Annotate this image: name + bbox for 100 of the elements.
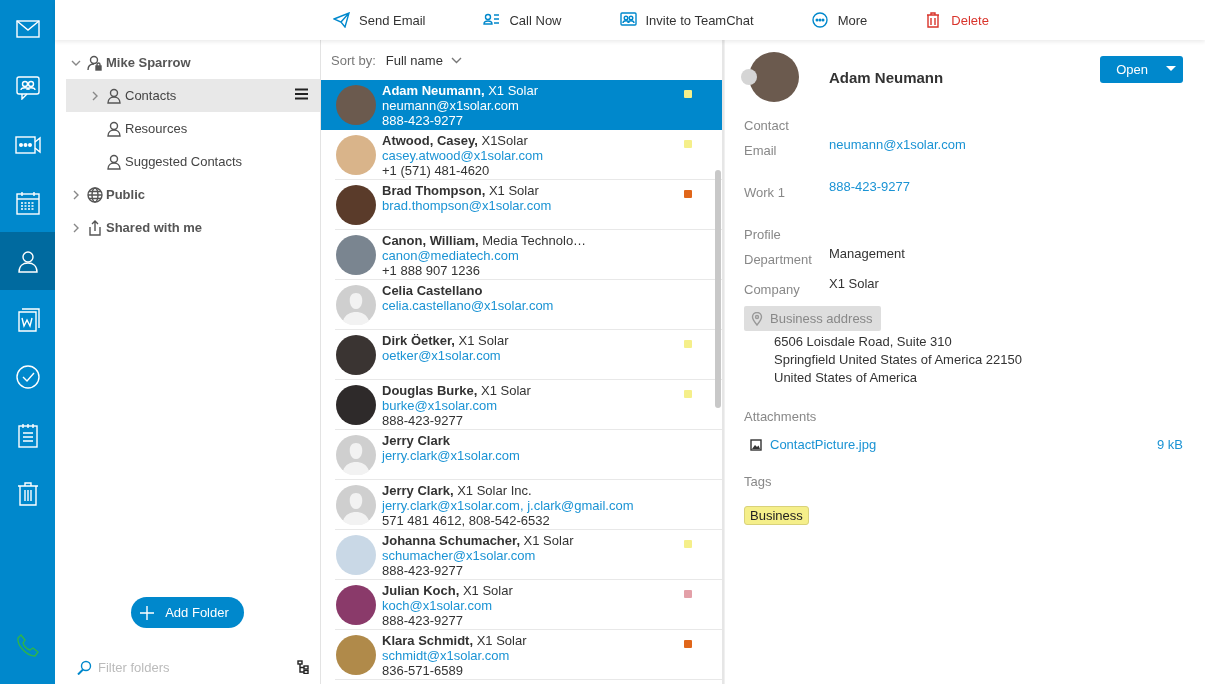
contact-row[interactable]: Johanna Schumacher, X1 Solar schumacher@x1solar.com 888-423-9277 bbox=[321, 530, 722, 580]
folder-item[interactable]: Contacts bbox=[66, 79, 320, 112]
field-label: Email bbox=[744, 142, 778, 160]
nav-item[interactable] bbox=[0, 232, 55, 290]
search-icon bbox=[77, 659, 92, 675]
contact-name: Douglas Burke, X1 Solar bbox=[382, 383, 532, 398]
folder-item[interactable]: Resources bbox=[66, 112, 320, 145]
tree-view-icon[interactable] bbox=[297, 660, 310, 674]
add-folder-button[interactable]: Add Folder bbox=[131, 597, 244, 628]
photo-placeholder bbox=[336, 85, 376, 125]
chat-people-icon bbox=[619, 12, 637, 28]
field-value: Management bbox=[829, 246, 905, 263]
send-icon bbox=[333, 12, 350, 28]
field-value: X1 Solar bbox=[829, 276, 879, 293]
contact-card-icon bbox=[483, 12, 501, 28]
folder-item[interactable]: Shared with me bbox=[66, 211, 320, 244]
contact-row[interactable]: Dirk Öetker, X1 Solar oetker@x1solar.com bbox=[321, 330, 722, 380]
open-button[interactable]: Open bbox=[1100, 55, 1183, 83]
contact-name: Brad Thompson, X1 Solar bbox=[382, 183, 540, 198]
contact-name: Adam Neumann, X1 Solar bbox=[382, 83, 540, 98]
contact-row[interactable]: Klara Schmidt, X1 Solar schmidt@x1solar.com 836-571-6589 bbox=[321, 630, 722, 680]
contact-email: burke@x1solar.com bbox=[382, 398, 499, 413]
photo-placeholder bbox=[336, 535, 376, 575]
contact-phone: 836-571-6589 bbox=[382, 663, 464, 678]
check-circle-icon bbox=[14, 364, 41, 390]
field-link[interactable]: 888-423-9277 bbox=[829, 179, 910, 221]
address-label: Business address bbox=[744, 306, 881, 331]
sort-label: Sort by: bbox=[331, 52, 376, 68]
contact-phone: 888-423-9277 bbox=[382, 113, 464, 128]
address-line: United States of America bbox=[774, 369, 919, 387]
address-line: 6506 Loisdale Road, Suite 310 bbox=[774, 333, 953, 351]
contact-name: Atwood, Casey, X1Solar bbox=[382, 133, 529, 148]
contact-phone: +1 888 907 1236 bbox=[382, 263, 481, 278]
contact-name: Johanna Schumacher, X1 Solar bbox=[382, 533, 575, 548]
contact-email: brad.thompson@x1solar.com bbox=[382, 198, 553, 213]
photo-placeholder bbox=[336, 585, 376, 625]
phone-icon bbox=[14, 632, 41, 658]
plus-icon bbox=[140, 605, 155, 620]
photo-placeholder bbox=[336, 135, 376, 175]
folder-item[interactable]: Public bbox=[66, 178, 320, 211]
section-heading: Profile bbox=[744, 227, 782, 242]
contact-email: schmidt@x1solar.com bbox=[382, 648, 511, 663]
person-icon bbox=[105, 87, 122, 104]
contact-name: Jerry Clark, X1 Solar Inc. bbox=[382, 483, 533, 498]
contact-row[interactable]: Celia Castellano celia.castellano@x1solar.com bbox=[321, 280, 722, 330]
address-line: Springfield United States of America 22150 bbox=[774, 351, 1023, 369]
contact-phone: 571 481 4612, 808-542-6532 bbox=[382, 513, 551, 528]
photo-placeholder bbox=[336, 385, 376, 425]
contact-email: jerry.clark@x1solar.com, j.clark@gmail.com bbox=[382, 498, 635, 513]
contact-row[interactable]: Adam Neumann, X1 Solar neumann@x1solar.com 888-423-9277 bbox=[321, 80, 722, 130]
globe-icon bbox=[86, 186, 103, 203]
contact-email: canon@mediatech.com bbox=[382, 248, 520, 263]
contact-title: Adam Neumann bbox=[829, 68, 945, 86]
photo-placeholder bbox=[749, 52, 799, 102]
section-heading: Contact bbox=[744, 118, 790, 133]
contact-row[interactable]: Julian Koch, X1 Solar koch@x1solar.com 888-423-9277 bbox=[321, 580, 722, 630]
contact-email: jerry.clark@x1solar.com bbox=[382, 448, 521, 463]
toolbar-button[interactable]: Call Now bbox=[483, 12, 562, 28]
section-heading: Attachments bbox=[744, 409, 818, 424]
contact-row[interactable]: Canon, William, Media Technolo… canon@mediatech.com +1 888 907 1236 bbox=[321, 230, 722, 280]
menu-icon[interactable] bbox=[295, 88, 308, 100]
chat-icon bbox=[14, 74, 41, 100]
toolbar-button[interactable]: Send Email bbox=[333, 12, 426, 28]
toolbar-button[interactable]: Invite to TeamChat bbox=[619, 12, 754, 28]
contact-row[interactable]: Atwood, Casey, X1Solar casey.atwood@x1solar.com +1 (571) 481-4620 bbox=[321, 130, 722, 180]
attachment-link[interactable]: ContactPicture.jpg bbox=[770, 437, 1149, 452]
field-link[interactable]: neumann@x1solar.com bbox=[829, 137, 966, 179]
person-icon bbox=[105, 153, 122, 170]
presence-dot bbox=[741, 69, 757, 85]
filter-field[interactable]: Filter folders bbox=[98, 659, 291, 675]
contact-row[interactable]: Douglas Burke, X1 Solar burke@x1solar.com 888-423-9277 bbox=[321, 380, 722, 430]
account-icon bbox=[86, 54, 103, 71]
contact-phone: +1 (571) 481-4620 bbox=[382, 163, 491, 178]
calendar-icon bbox=[14, 190, 41, 216]
toolbar-button[interactable]: More bbox=[811, 12, 868, 28]
field-label: Company bbox=[744, 281, 801, 299]
contact-row[interactable]: Brad Thompson, X1 Solar brad.thompson@x1solar.com bbox=[321, 180, 722, 230]
share-icon bbox=[86, 219, 103, 236]
field-label: Work 1 bbox=[744, 184, 786, 202]
folder-item[interactable]: Mike Sparrow bbox=[66, 46, 320, 79]
more-icon bbox=[811, 12, 829, 28]
sort-dropdown[interactable]: Full name bbox=[385, 52, 462, 68]
contact-row[interactable]: Jerry Clark jerry.clark@x1solar.com bbox=[321, 430, 722, 480]
folder-item[interactable]: Suggested Contacts bbox=[66, 145, 320, 178]
photo-placeholder bbox=[336, 235, 376, 275]
toolbar-button[interactable]: Delete bbox=[925, 12, 989, 28]
attachment-size: 9 kB bbox=[1157, 437, 1183, 452]
photo-placeholder bbox=[336, 635, 376, 675]
contact-name: Jerry Clark bbox=[382, 433, 451, 448]
person-icon bbox=[105, 120, 122, 137]
contact-row[interactable]: Jerry Clark, X1 Solar Inc. jerry.clark@x1solar.com, j.clark@gmail.com 571 481 4612, 808-542-6532 bbox=[321, 480, 722, 530]
contact-email: schumacher@x1solar.com bbox=[382, 548, 537, 563]
contact-name: Canon, William, Media Technolo… bbox=[382, 233, 588, 248]
scrollbar[interactable] bbox=[715, 170, 721, 408]
contact-name: Dirk Öetker, X1 Solar bbox=[382, 333, 510, 348]
photo-placeholder bbox=[336, 335, 376, 375]
photo-placeholder bbox=[336, 185, 376, 225]
section-heading: Tags bbox=[744, 474, 773, 489]
contact-phone: 888-423-9277 bbox=[382, 563, 464, 578]
contact-phone: 888-423-9277 bbox=[382, 413, 464, 428]
